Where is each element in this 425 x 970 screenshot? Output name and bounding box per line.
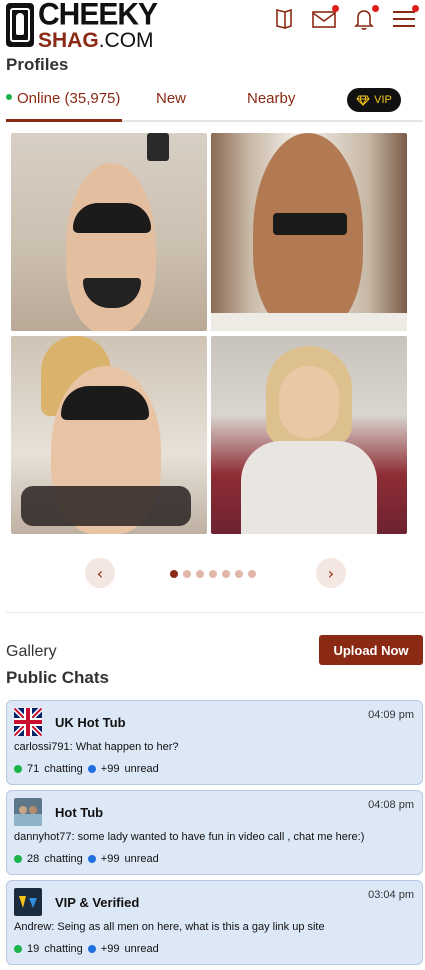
carousel-dot[interactable] [170, 570, 178, 578]
profile-photo-4[interactable] [211, 336, 407, 534]
bell-notification-dot [372, 5, 379, 12]
chat-last-message: Andrew: Seing as all men on here, what i… [14, 921, 325, 933]
chat-card[interactable]: VIP & Verified 03:04 pm Andrew: Seing as… [6, 880, 423, 965]
logo-text-bottom: SHAG.COM [38, 28, 154, 52]
profiles-title: Profiles [6, 55, 69, 74]
upload-now-button[interactable]: Upload Now [319, 635, 423, 665]
profile-photo-1[interactable] [11, 133, 207, 331]
tab-vip[interactable]: VIP [347, 88, 401, 112]
profile-photo-3[interactable] [11, 336, 207, 534]
chat-card[interactable]: UK Hot Tub 04:09 pm carlossi791: What ha… [6, 700, 423, 785]
chat-name: VIP & Verified [55, 895, 140, 910]
gallery-title: Gallery [6, 643, 57, 660]
unread-status-dot [87, 855, 96, 863]
menu-notification-dot [412, 5, 419, 12]
chat-name: Hot Tub [55, 805, 104, 820]
carousel-dot[interactable] [183, 570, 191, 578]
chat-last-message: carlossi791: What happen to her? [14, 741, 179, 753]
chat-last-message: dannyhot77: some lady wanted to have fun… [14, 831, 365, 843]
tab-online[interactable]: Online (35,975) [6, 90, 120, 107]
carousel-dots [170, 570, 256, 578]
public-chats-title: Public Chats [6, 668, 109, 687]
logo-badge-icon [6, 3, 34, 47]
profile-photo-2[interactable] [211, 133, 407, 331]
carousel-dot[interactable] [248, 570, 256, 578]
mail-icon[interactable] [311, 5, 339, 32]
unread-status-dot [87, 765, 96, 773]
carousel-dot[interactable] [222, 570, 230, 578]
chat-stats: 28 chatting +99 unread [14, 853, 159, 865]
tab-new[interactable]: New [156, 90, 186, 107]
bell-icon[interactable] [351, 5, 379, 32]
chat-time: 04:08 pm [368, 799, 414, 811]
hot-tub-avatar [14, 798, 42, 826]
carousel-next-button[interactable]: › [316, 558, 346, 588]
diamond-icon [356, 95, 370, 106]
chatting-status-dot [14, 765, 22, 773]
chat-stats: 71 chatting +99 unread [14, 763, 159, 775]
chat-stats: 19 chatting +99 unread [14, 943, 159, 955]
active-tab-indicator [6, 119, 122, 122]
profile-tabs: Online (35,975) New Nearby VIP [6, 86, 423, 122]
chatting-status-dot [14, 855, 22, 863]
carousel-dot[interactable] [196, 570, 204, 578]
uk-flag-icon [14, 708, 42, 736]
site-logo[interactable]: CHEEKY SHAG.COM [6, 0, 158, 52]
chat-time: 04:09 pm [368, 709, 414, 721]
chat-card[interactable]: Hot Tub 04:08 pm dannyhot77: some lady w… [6, 790, 423, 875]
divider [6, 612, 423, 613]
chatting-status-dot [14, 945, 22, 953]
online-status-dot [6, 94, 12, 101]
carousel-dot[interactable] [209, 570, 217, 578]
header: CHEEKY SHAG.COM [0, 0, 425, 52]
unread-status-dot [87, 945, 96, 953]
logo-text-top: CHEEKY [38, 0, 158, 32]
tab-nearby[interactable]: Nearby [247, 90, 295, 107]
menu-icon[interactable] [391, 5, 419, 32]
carousel-dot[interactable] [235, 570, 243, 578]
chat-time: 03:04 pm [368, 889, 414, 901]
book-icon[interactable] [271, 6, 297, 32]
chat-name: UK Hot Tub [55, 715, 126, 730]
mail-notification-dot [332, 5, 339, 12]
vip-verified-avatar [14, 888, 42, 916]
carousel-prev-button[interactable]: ‹ [85, 558, 115, 588]
